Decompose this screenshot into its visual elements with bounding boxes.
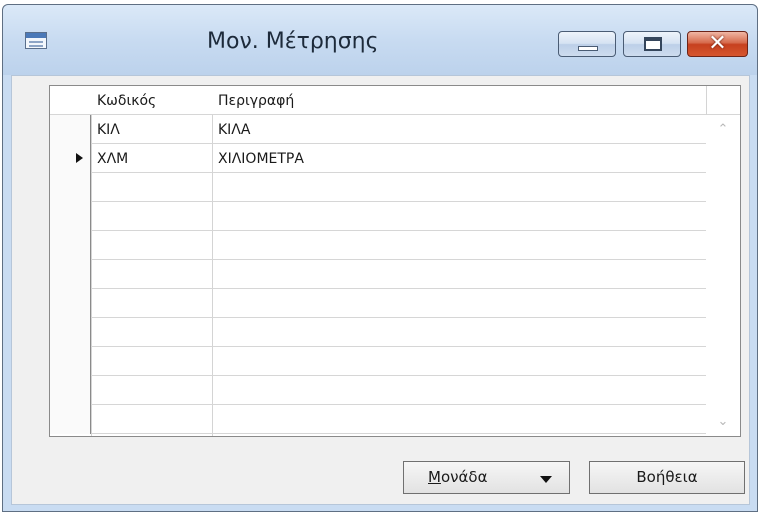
column-header-code[interactable]: Κωδικός [92, 86, 213, 115]
table-row[interactable]: ΚΙΛ ΚΙΛΑ [50, 115, 706, 144]
grid-header: Κωδικός Περιγραφή [50, 86, 740, 115]
row-selector[interactable] [50, 173, 91, 202]
cell-code[interactable] [92, 347, 212, 376]
help-button[interactable]: Βοήθεια [589, 461, 745, 494]
column-header-description[interactable]: Περιγραφή [213, 86, 707, 115]
cell-description[interactable] [213, 231, 706, 260]
cell-code[interactable] [92, 289, 212, 318]
close-button[interactable]: ✕ [687, 31, 748, 57]
units-grid: Κωδικός Περιγραφή ΚΙΛ ΚΙΛΑ ΧΛΜ ΧΙΛΙΟΜΕΤΡΑ ⌃… [49, 85, 741, 437]
table-row[interactable] [50, 347, 706, 376]
minimize-icon [578, 46, 598, 51]
current-row-pointer-icon [76, 153, 83, 163]
table-row[interactable]: ΧΛΜ ΧΙΛΙΟΜΕΤΡΑ [50, 144, 706, 173]
table-row[interactable] [50, 318, 706, 347]
cell-description[interactable] [213, 202, 706, 231]
cell-description[interactable] [213, 289, 706, 318]
table-row[interactable] [50, 289, 706, 318]
cell-description[interactable] [213, 173, 706, 202]
cell-code[interactable]: ΚΙΛ [92, 115, 212, 144]
unit-of-measure-window: Μον. Μέτρησης ✕ Κωδικός Περιγραφή ΚΙΛ ΚΙΛ… [2, 4, 758, 512]
cell-code[interactable] [92, 202, 212, 231]
row-selector[interactable] [50, 347, 91, 376]
maximize-icon [644, 37, 662, 51]
row-selector[interactable] [50, 405, 91, 434]
maximize-button[interactable] [623, 31, 681, 57]
title-bar[interactable]: Μον. Μέτρησης ✕ [3, 5, 757, 75]
row-selector[interactable] [50, 260, 91, 289]
row-selector[interactable] [50, 231, 91, 260]
row-selector[interactable] [50, 376, 91, 405]
unit-button-label: Μονάδα [428, 468, 488, 486]
cell-code[interactable] [92, 376, 212, 405]
row-selector[interactable] [50, 115, 91, 144]
close-icon: ✕ [708, 31, 727, 56]
cell-description[interactable] [213, 260, 706, 289]
window-client-area: Κωδικός Περιγραφή ΚΙΛ ΚΙΛΑ ΧΛΜ ΧΙΛΙΟΜΕΤΡΑ ⌃… [11, 75, 750, 505]
table-row[interactable] [50, 173, 706, 202]
cell-code[interactable] [92, 318, 212, 347]
cell-code[interactable] [92, 260, 212, 289]
cell-description[interactable] [213, 405, 706, 434]
scroll-up-icon[interactable]: ⌃ [716, 123, 730, 136]
table-row[interactable] [50, 405, 706, 434]
cell-code[interactable] [92, 173, 212, 202]
cell-code[interactable] [92, 231, 212, 260]
table-row[interactable] [50, 231, 706, 260]
minimize-button[interactable] [558, 31, 616, 57]
table-row[interactable] [50, 202, 706, 231]
form-window-icon[interactable] [25, 32, 47, 49]
table-row[interactable] [50, 260, 706, 289]
row-selector[interactable] [50, 144, 91, 173]
row-selector[interactable] [50, 289, 91, 318]
grid-divider [706, 86, 707, 115]
column-header-spacer [707, 86, 740, 115]
cell-description[interactable] [213, 318, 706, 347]
cell-description[interactable] [213, 347, 706, 376]
scroll-down-icon[interactable]: ⌄ [716, 415, 730, 428]
window-title: Μον. Μέτρησης [207, 29, 379, 54]
row-selector[interactable] [50, 318, 91, 347]
unit-dropdown-button[interactable]: Μονάδα [403, 461, 570, 494]
cell-code[interactable]: ΧΛΜ [92, 144, 212, 173]
cell-description[interactable]: ΧΙΛΙΟΜΕΤΡΑ [213, 144, 706, 173]
cell-description[interactable] [213, 376, 706, 405]
cell-code[interactable] [92, 405, 212, 434]
chevron-down-icon[interactable] [540, 476, 552, 483]
row-selector[interactable] [50, 202, 91, 231]
table-row[interactable] [50, 376, 706, 405]
vertical-scrollbar[interactable]: ⌃ ⌄ [707, 115, 740, 436]
cell-description[interactable]: ΚΙΛΑ [213, 115, 706, 144]
